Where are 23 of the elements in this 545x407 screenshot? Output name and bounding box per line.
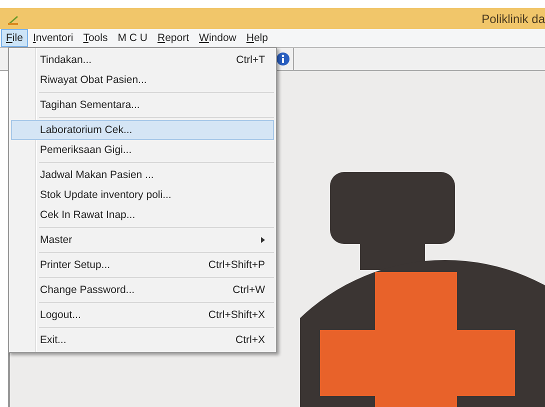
menu-entry[interactable]: Master [11,230,274,250]
menu-entry[interactable]: Laboratorium Cek... [11,120,274,140]
menu-entry[interactable]: Jadwal Makan Pasien ... [11,165,274,185]
menu-item[interactable]: Report [152,29,194,47]
window-title: Poliklinik da [482,12,545,26]
menu-item[interactable]: Tools [78,29,113,47]
menu-item[interactable]: Inventori [28,29,78,47]
menu-entry[interactable]: Tagihan Sementara... [11,95,274,115]
menu-item[interactable]: M C U [112,29,152,47]
menu-entry[interactable]: Exit... Ctrl+X [11,330,274,350]
menu-entry[interactable]: Tindakan... Ctrl+T [11,50,274,70]
menu-entry[interactable]: Stok Update inventory poli... [11,185,274,205]
menu-item[interactable]: Help [241,29,273,47]
info-icon[interactable] [276,52,290,66]
menu-entry[interactable]: Change Password... Ctrl+W [11,280,274,300]
menu-entry[interactable]: Cek In Rawat Inap... [11,205,274,225]
menu-entry[interactable]: Printer Setup... Ctrl+Shift+P [11,255,274,275]
menu-item[interactable]: File [1,29,28,47]
submenu-arrow-icon [261,237,265,243]
menu-entry[interactable]: Pemeriksaan Gigi... [11,140,274,160]
menu-entry[interactable]: Riwayat Obat Pasien... [11,70,274,90]
menu-entry[interactable]: Logout... Ctrl+Shift+X [11,305,274,325]
menu-item[interactable]: Window [194,29,242,47]
